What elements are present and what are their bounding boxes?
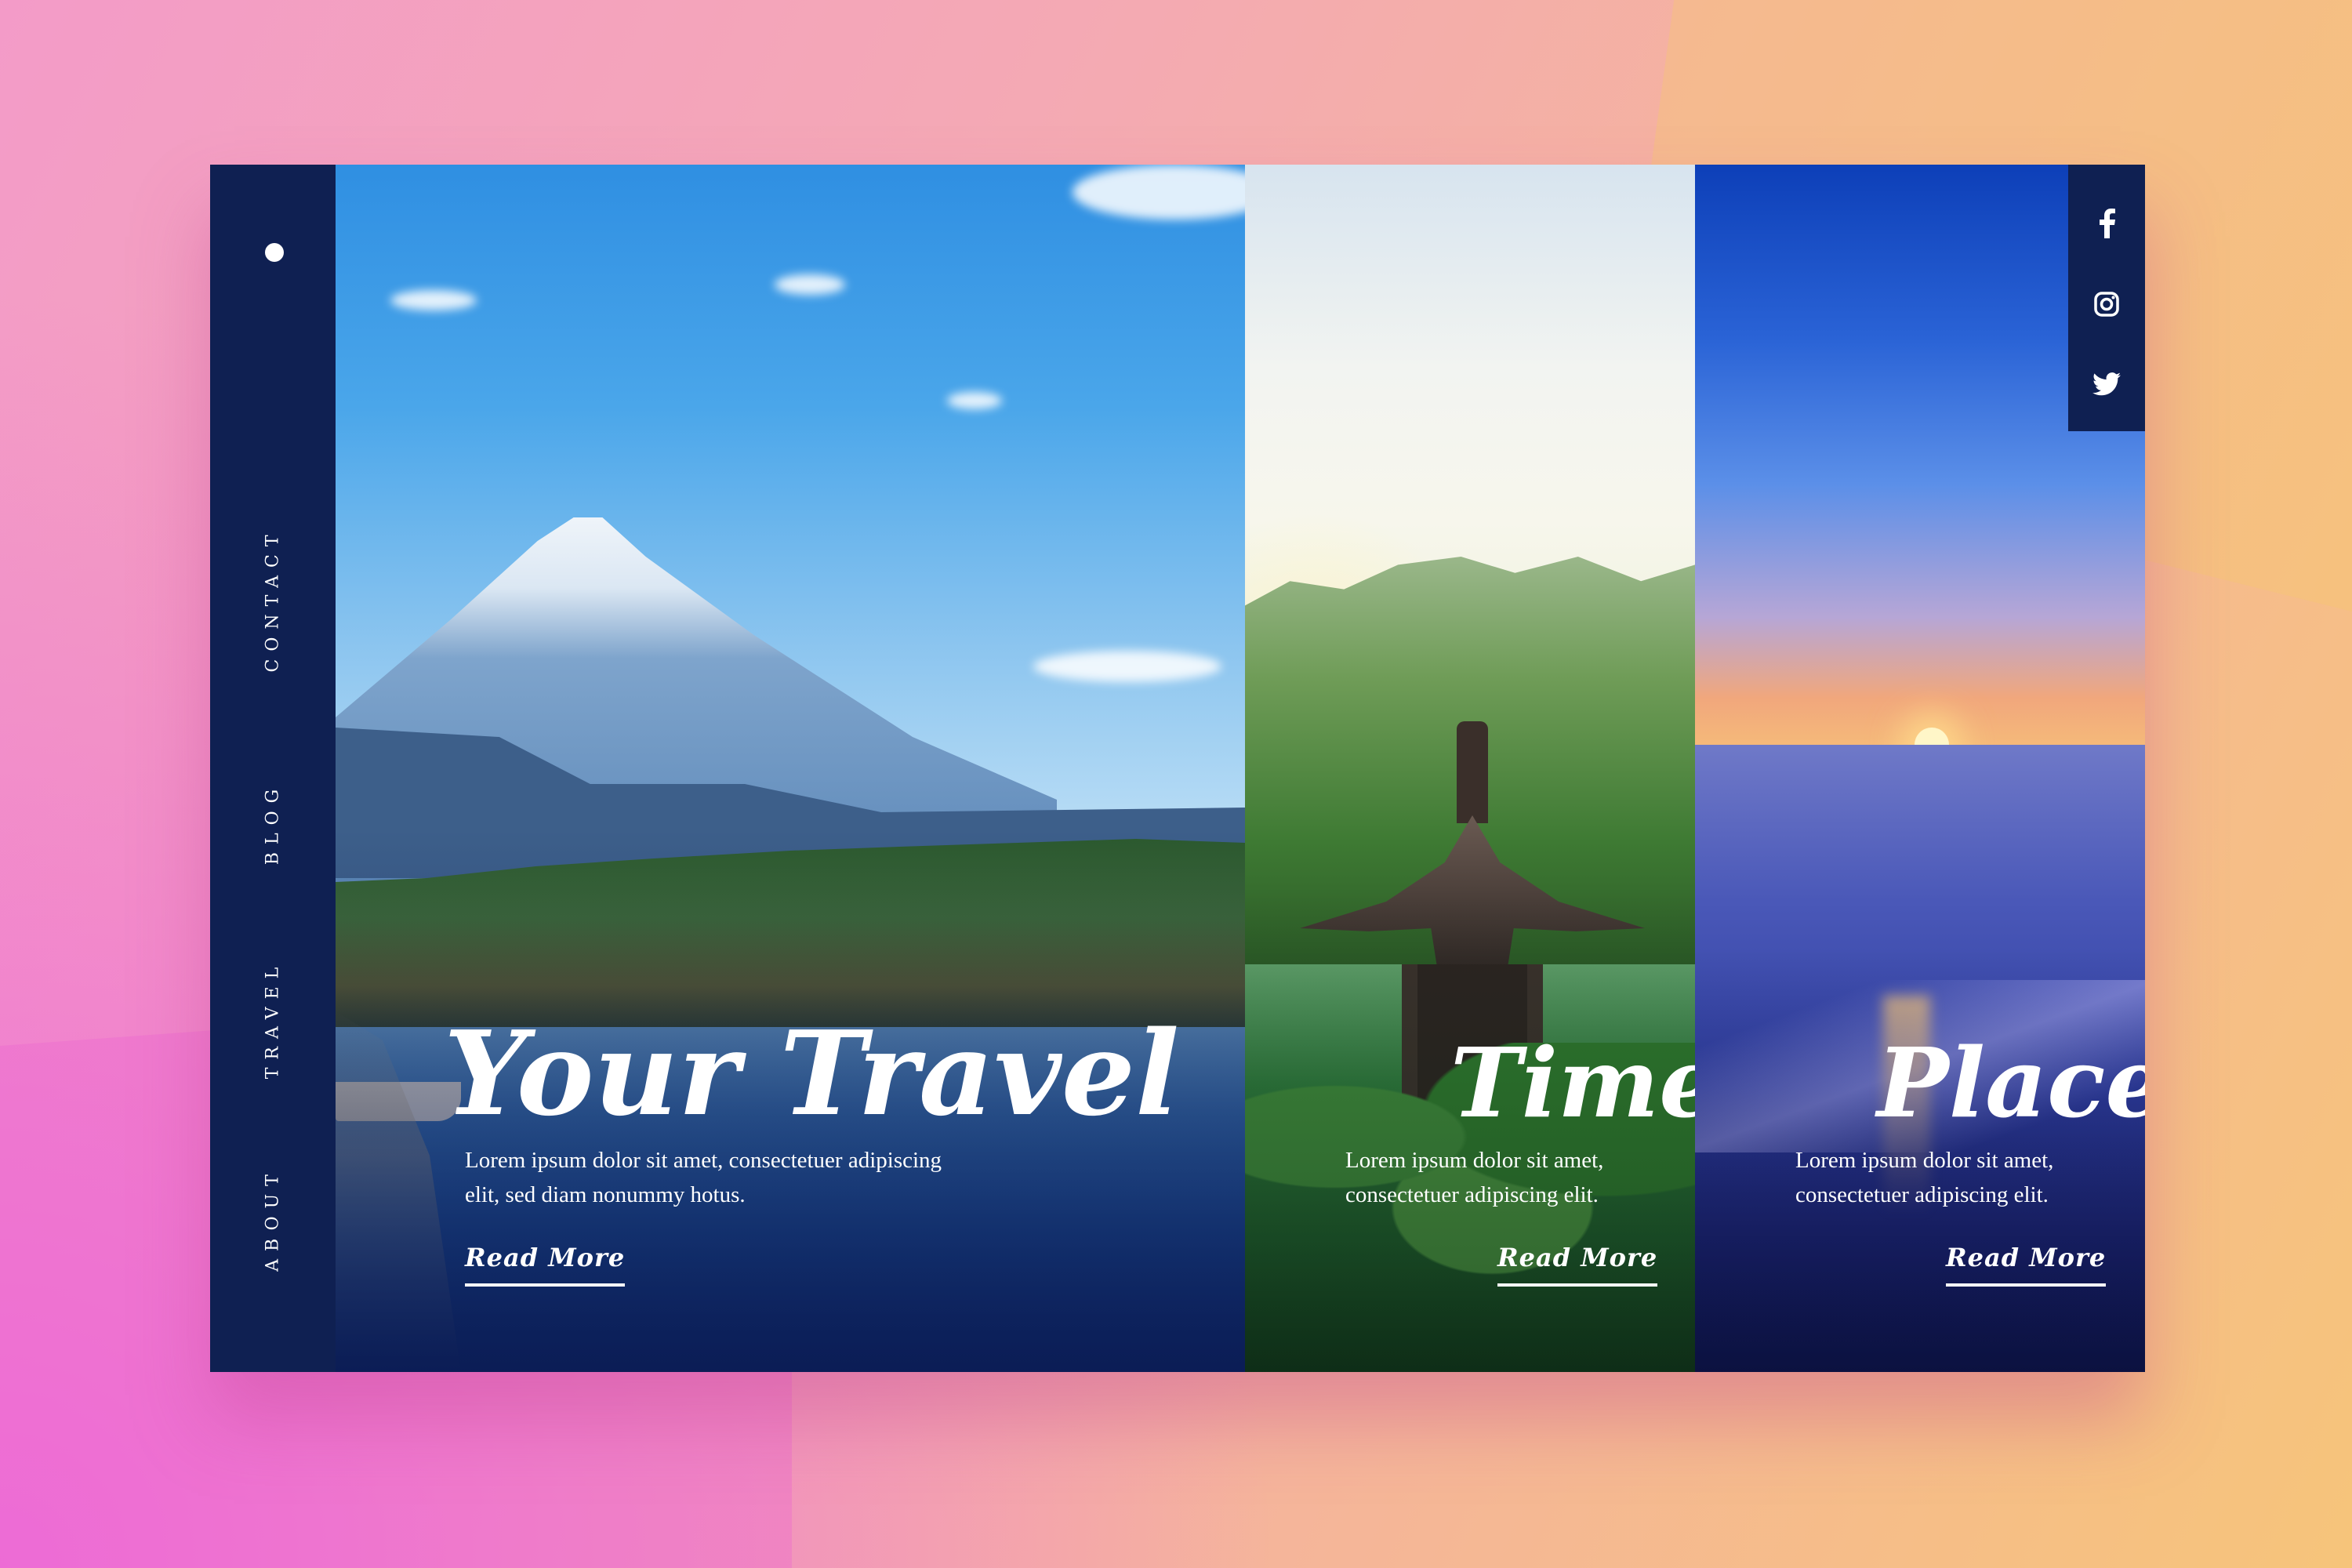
nav-item-travel[interactable]: TRAVEL: [263, 960, 283, 1080]
social-bar: [2068, 165, 2145, 431]
panel-title: Place: [1877, 1026, 2145, 1139]
facebook-icon[interactable]: [2068, 200, 2145, 247]
hero-card: Your Travel Lorem ipsum dolor sit amet, …: [210, 165, 2145, 1372]
nav-item-blog[interactable]: BLOG: [263, 782, 283, 865]
nav-item-contact[interactable]: CONTACT: [263, 528, 283, 673]
panel-title: Your Travel: [444, 1005, 1180, 1142]
panel-your-travel: Your Travel Lorem ipsum dolor sit amet, …: [336, 165, 1245, 1372]
panel-time: Time Lorem ipsum dolor sit amet, consect…: [1245, 165, 1695, 1372]
panel-description: Lorem ipsum dolor sit amet, consectetuer…: [1345, 1148, 1604, 1207]
menu-dot-icon[interactable]: [265, 243, 284, 262]
nav-item-about[interactable]: ABOUT: [263, 1167, 283, 1272]
twitter-icon[interactable]: [2068, 361, 2145, 408]
sidebar-nav: ABOUT TRAVEL BLOG CONTACT: [210, 165, 336, 1372]
read-more-link[interactable]: Read More: [1946, 1243, 2107, 1287]
panel-description: Lorem ipsum dolor sit amet, consectetuer…: [1795, 1148, 2054, 1207]
panel-title: Time: [1450, 1026, 1695, 1139]
panel-description: Lorem ipsum dolor sit amet, consectetuer…: [465, 1148, 942, 1207]
read-more-link[interactable]: Read More: [1497, 1243, 1658, 1287]
instagram-icon[interactable]: [2068, 281, 2145, 328]
read-more-link[interactable]: Read More: [465, 1243, 626, 1287]
